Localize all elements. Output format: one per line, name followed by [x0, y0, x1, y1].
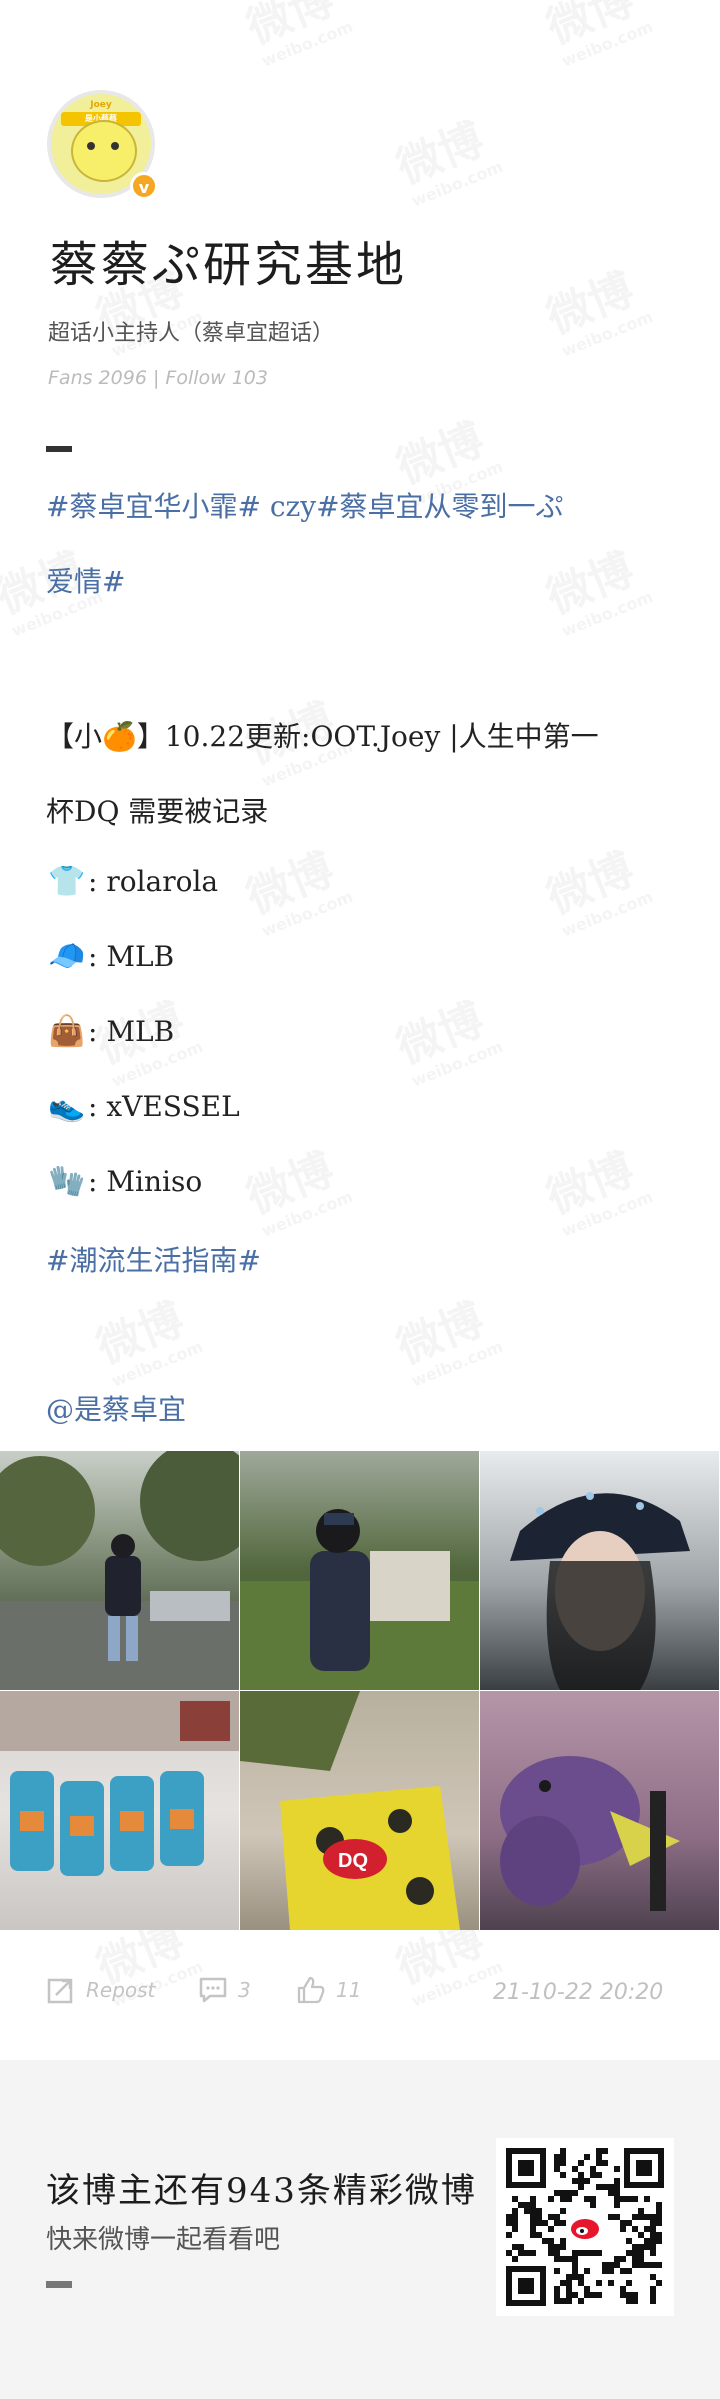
handbag-icon: 👜 [48, 1014, 86, 1049]
qr-code[interactable] [496, 2138, 674, 2316]
weibo-watermark: 微博weibo.com [540, 264, 656, 361]
weibo-watermark: 微博weibo.com [540, 544, 656, 641]
outfit-item-text: MLB [106, 1015, 175, 1048]
outfit-item: 👜: MLB [46, 1014, 174, 1049]
outfit-item-text: Miniso [106, 1165, 203, 1198]
like-button[interactable]: 11 [296, 1975, 361, 2005]
photo-bucket-hat-selfie[interactable] [480, 1451, 719, 1690]
svg-text:DQ: DQ [338, 1850, 368, 1872]
post-headline: 杯DQ 需要被记录 [46, 795, 269, 828]
comment-icon [199, 1977, 227, 2003]
post-card: 微博weibo.com 微博weibo.com 微博weibo.com 微博we… [0, 0, 720, 2060]
sneaker-icon: 👟 [48, 1089, 86, 1124]
cartoon-face-icon [71, 120, 137, 182]
weibo-watermark: 微博weibo.com [540, 844, 656, 941]
account-description: 超话小主持人（蔡卓宜超话） [48, 321, 335, 346]
photo-dq-bag[interactable]: DQ [240, 1691, 479, 1930]
gloves-icon: 🧤 [48, 1164, 86, 1199]
promo-divider [46, 2281, 72, 2288]
tshirt-icon: 👕 [48, 864, 86, 899]
photo-purple-dinosaur-toy[interactable] [480, 1691, 719, 1930]
section-divider [46, 446, 72, 452]
outfit-item: 🧢: MLB [46, 939, 174, 974]
cap-icon: 🧢 [48, 939, 86, 974]
weibo-watermark: 微博weibo.com [240, 0, 356, 71]
photo-sitting-by-bushes[interactable] [240, 1451, 479, 1690]
hashtag-link[interactable]: #潮流生活指南# [46, 1239, 261, 1279]
verified-badge-icon: v [130, 172, 158, 200]
hashtag-line[interactable]: #蔡卓宜华小霏# czy#蔡卓宜从零到一ぷ [46, 485, 564, 525]
promo-subtitle: 快来微博一起看看吧 [46, 2225, 281, 2255]
weibo-watermark: 微博weibo.com [390, 114, 506, 211]
comment-count: 3 [238, 1978, 251, 2002]
weibo-watermark: 微博weibo.com [240, 844, 356, 941]
repost-label: Repost [86, 1978, 156, 2002]
outfit-item: 👕: rolarola [46, 864, 218, 899]
photo-standing-in-park[interactable] [0, 1451, 239, 1690]
weibo-watermark: 微博weibo.com [240, 1144, 356, 1241]
repost-icon [47, 1978, 73, 2004]
photo-grid: DQ [0, 1451, 720, 1931]
like-count: 11 [336, 1978, 362, 2002]
thumbs-up-icon [297, 1976, 325, 2004]
outfit-item: 🧤: Miniso [46, 1164, 202, 1199]
outfit-item: 👟: xVESSEL [46, 1089, 240, 1124]
outfit-item-text: rolarola [106, 865, 219, 898]
weibo-watermark: 微博weibo.com [540, 0, 656, 71]
outfit-item-text: xVESSEL [106, 1090, 240, 1123]
post-timestamp: 21-10-22 20:20 [493, 1980, 664, 2005]
repost-button[interactable]: Repost [46, 1975, 155, 2005]
post-headline: 【小🍊】10.22更新:OOT.Joey |人生中第一 [46, 720, 599, 753]
photo-cups-on-table[interactable] [0, 1691, 239, 1930]
weibo-watermark: 微博weibo.com [390, 1294, 506, 1391]
comment-button[interactable]: 3 [198, 1975, 251, 2005]
mention-link[interactable]: @是蔡卓宜 [46, 1388, 186, 1428]
promo-title: 该博主还有943条精彩微博 [46, 2171, 477, 2211]
hashtag-line[interactable]: 爱情# [46, 560, 125, 600]
follow-stats: Fans 2096 | Follow 103 [48, 367, 268, 389]
weibo-watermark: 微博weibo.com [540, 1144, 656, 1241]
weibo-watermark: 微博weibo.com [390, 994, 506, 1091]
avatar-label: Joey [90, 100, 112, 110]
weibo-watermark: 微博weibo.com [90, 1294, 206, 1391]
account-name[interactable]: 蔡蔡ぷ研究基地 [50, 225, 407, 295]
outfit-item-text: MLB [106, 940, 175, 973]
